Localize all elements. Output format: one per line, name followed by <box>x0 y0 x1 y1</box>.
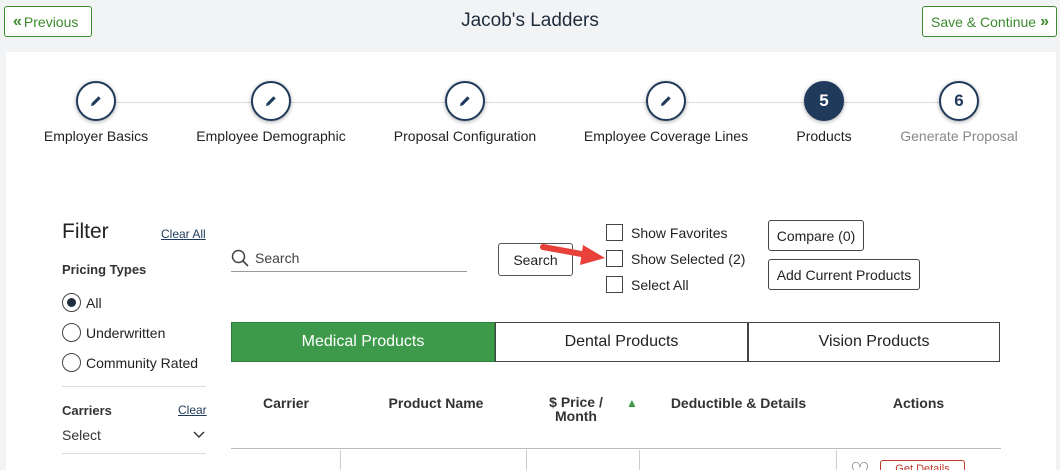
checkbox-label: Select All <box>631 276 689 293</box>
products-table-header: Carrier Product Name $ Price / Month ▲ D… <box>231 382 1001 449</box>
column-divider <box>836 450 837 470</box>
checkbox-label: Show Favorites <box>631 224 728 241</box>
red-arrow-icon <box>540 244 605 265</box>
column-header-carrier[interactable]: Carrier <box>256 395 316 411</box>
filter-sidebar: Filter Clear All Pricing Types All Under… <box>62 220 212 454</box>
show-favorites-option[interactable]: Show Favorites <box>606 224 727 241</box>
search-input[interactable] <box>255 250 455 266</box>
product-tabs: Medical Products Dental Products Vision … <box>231 322 1001 362</box>
show-selected-option[interactable]: Show Selected (2) <box>606 250 745 267</box>
radio-label: Underwritten <box>86 324 166 341</box>
double-chevron-right-icon: » <box>1040 12 1049 30</box>
add-current-products-button[interactable]: Add Current Products <box>768 259 920 290</box>
main-panel: Employer Basics Employee Demographic Pro… <box>6 52 1056 470</box>
get-details-button[interactable]: Get Details <box>880 460 965 470</box>
step-label: Generate Proposal <box>900 128 1018 144</box>
price-header-line2: Month <box>555 408 597 424</box>
divider <box>62 386 206 387</box>
column-header-actions: Actions <box>892 395 945 411</box>
divider <box>62 453 206 454</box>
step-label: Proposal Configuration <box>393 128 537 144</box>
tab-vision-products[interactable]: Vision Products <box>748 322 1000 362</box>
radio-all[interactable]: All <box>62 293 102 312</box>
pencil-icon <box>76 81 116 121</box>
radio-button[interactable] <box>62 353 81 372</box>
radio-label: Community Rated <box>86 354 199 371</box>
carriers-select[interactable]: Select <box>62 427 206 443</box>
radio-underwritten[interactable]: Underwritten <box>62 323 165 342</box>
page-title: Jacob's Ladders <box>461 10 599 31</box>
checkbox[interactable] <box>606 276 623 293</box>
radio-label: All <box>86 294 102 311</box>
step-employee-demographic[interactable]: Employee Demographic <box>176 81 366 144</box>
step-employer-basics[interactable]: Employer Basics <box>1 81 191 144</box>
search-field[interactable] <box>231 245 467 272</box>
clear-carriers-link[interactable]: Clear <box>178 403 207 417</box>
top-bar: « Previous Jacob's Ladders Save & Contin… <box>0 0 1060 46</box>
column-divider <box>340 450 341 470</box>
save-continue-label: Save & Continue <box>931 13 1037 30</box>
price-header-line1: $ Price / <box>549 394 603 410</box>
checkbox[interactable] <box>606 224 623 241</box>
progress-stepper: Employer Basics Employee Demographic Pro… <box>6 52 1056 162</box>
step-number-6: 6 <box>939 81 979 121</box>
pricing-types-title: Pricing Types <box>62 262 147 277</box>
step-generate-proposal[interactable]: 6 Generate Proposal <box>864 81 1054 144</box>
column-divider <box>526 450 527 470</box>
step-proposal-configuration[interactable]: Proposal Configuration <box>370 81 560 144</box>
column-header-deductible-details[interactable]: Deductible & Details <box>666 395 811 411</box>
favorite-heart-icon[interactable]: ♡ <box>850 460 870 470</box>
pencil-icon <box>445 81 485 121</box>
search-icon <box>231 249 249 267</box>
save-continue-button[interactable]: Save & Continue » <box>922 6 1057 37</box>
radio-button[interactable] <box>62 323 81 342</box>
checkbox-label: Show Selected (2) <box>631 250 746 267</box>
select-all-option[interactable]: Select All <box>606 276 689 293</box>
carriers-select-value: Select <box>62 427 101 443</box>
tab-dental-products[interactable]: Dental Products <box>495 322 748 362</box>
radio-button-selected[interactable] <box>62 293 81 312</box>
step-label: Employer Basics <box>43 128 149 144</box>
column-divider <box>639 450 640 470</box>
sort-ascending-icon[interactable]: ▲ <box>626 396 638 410</box>
pencil-icon <box>646 81 686 121</box>
radio-community-rated[interactable]: Community Rated <box>62 353 198 372</box>
step-number-5: 5 <box>804 81 844 121</box>
chevron-down-icon <box>193 431 205 438</box>
step-label: Employee Demographic <box>196 128 346 144</box>
pencil-icon <box>251 81 291 121</box>
tab-medical-products[interactable]: Medical Products <box>231 322 495 362</box>
compare-button[interactable]: Compare (0) <box>768 220 864 251</box>
column-header-product-name[interactable]: Product Name <box>381 395 491 411</box>
clear-all-link[interactable]: Clear All <box>161 227 206 241</box>
column-header-price[interactable]: $ Price / Month <box>541 395 611 423</box>
carriers-title: Carriers <box>62 403 112 418</box>
